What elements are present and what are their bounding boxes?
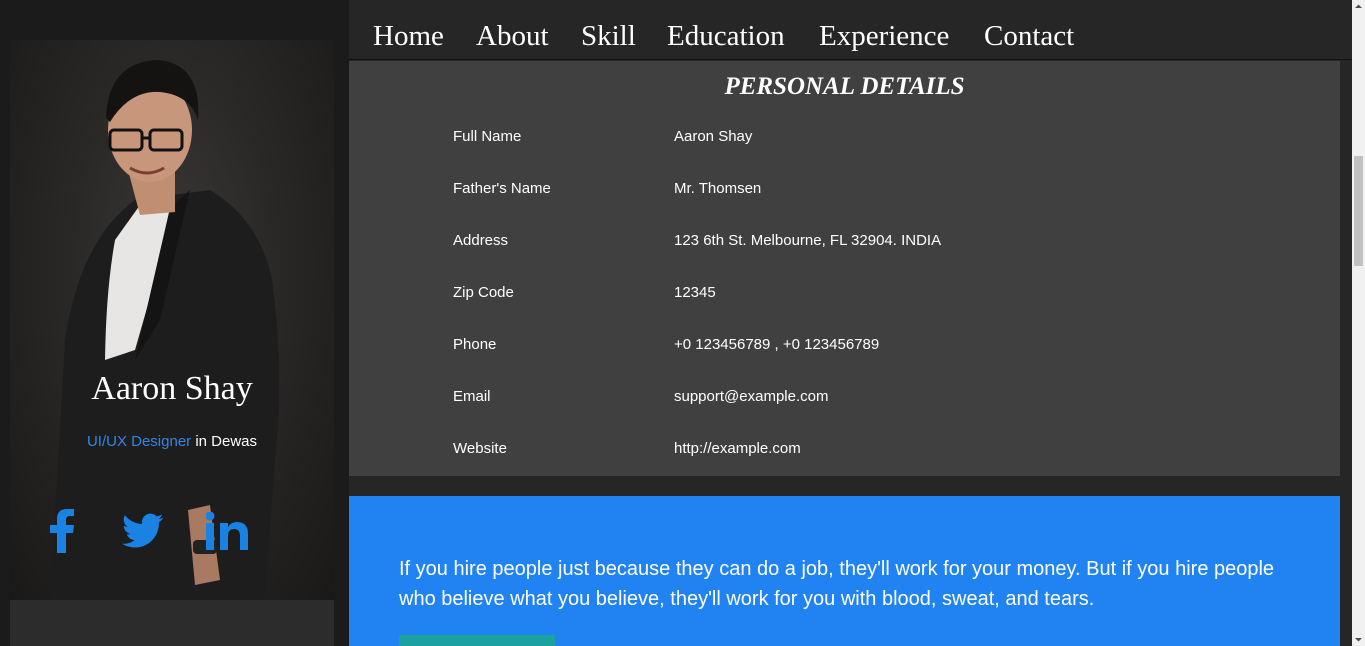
sidebar-lower-panel <box>10 600 334 646</box>
nav-about[interactable]: About <box>476 20 549 53</box>
nav-home[interactable]: Home <box>373 20 444 53</box>
detail-value: support@example.com <box>674 388 829 405</box>
section-title: PERSONAL DETAILS <box>724 73 965 100</box>
profile-sidebar: Aaron Shay UI/UX Designer in Dewas <box>0 0 349 646</box>
facebook-icon[interactable] <box>42 506 82 556</box>
quote-text: If you hire people just because they can… <box>399 558 1275 610</box>
detail-row: Address 123 6th St. Melbourne, FL 32904.… <box>349 232 1340 256</box>
nav-skill[interactable]: Skill <box>581 20 636 53</box>
scroll-up-arrow-icon[interactable] <box>1352 0 1365 13</box>
detail-value: http://example.com <box>674 440 801 457</box>
detail-value: 12345 <box>674 284 716 301</box>
personal-details-section: PERSONAL DETAILS Full Name Aaron Shay Fa… <box>349 61 1340 476</box>
detail-row: Full Name Aaron Shay <box>349 128 1340 152</box>
detail-row: Email support@example.com <box>349 388 1340 412</box>
detail-row: Website http://example.com <box>349 440 1340 464</box>
detail-label: Address <box>453 232 509 249</box>
detail-label: Email <box>453 388 491 405</box>
social-links <box>10 506 334 556</box>
detail-label: Phone <box>453 336 497 353</box>
detail-row: Father's Name Mr. Thomsen <box>349 180 1340 204</box>
detail-label: Father's Name <box>453 180 551 197</box>
detail-value: Aaron Shay <box>674 128 753 145</box>
section-divider <box>349 476 1340 496</box>
quote-banner: If you hire people just because they can… <box>349 496 1340 646</box>
scrollbar-thumb[interactable] <box>1354 156 1363 266</box>
detail-value: 123 6th St. Melbourne, FL 32904. INDIA <box>674 232 942 249</box>
page-scrollbar[interactable] <box>1352 0 1365 646</box>
location-prefix: in <box>191 433 212 450</box>
cta-button[interactable] <box>399 635 555 646</box>
nav-contact[interactable]: Contact <box>984 20 1074 53</box>
detail-label: Zip Code <box>453 284 514 301</box>
detail-label: Full Name <box>453 128 522 145</box>
profile-role: UI/UX Designer in Dewas <box>10 433 334 450</box>
profile-card: Aaron Shay UI/UX Designer in Dewas <box>10 40 334 600</box>
scroll-down-arrow-icon[interactable] <box>1352 633 1365 646</box>
twitter-icon[interactable] <box>118 506 168 556</box>
linkedin-icon[interactable] <box>202 506 252 556</box>
role-link[interactable]: UI/UX Designer <box>87 433 191 450</box>
detail-row: Phone +0 123456789 , +0 123456789 <box>349 336 1340 360</box>
nav-education[interactable]: Education <box>667 20 785 53</box>
detail-label: Website <box>453 440 507 457</box>
profile-name: Aaron Shay <box>91 370 253 407</box>
detail-value: +0 123456789 , +0 123456789 <box>674 336 880 353</box>
main-nav: Home About Skill Education Experience Co… <box>349 0 1352 60</box>
nav-experience[interactable]: Experience <box>819 20 949 53</box>
detail-row: Zip Code 12345 <box>349 284 1340 308</box>
detail-value: Mr. Thomsen <box>674 180 762 197</box>
location-text: Dewas <box>211 433 258 450</box>
